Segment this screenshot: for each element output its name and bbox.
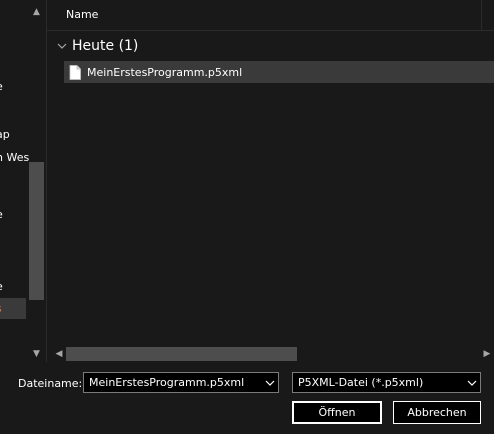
nav-scroll-thumb[interactable]	[29, 162, 44, 300]
horizontal-scroll-thumb[interactable]	[66, 347, 297, 361]
filename-combobox[interactable]: MeinErstesProgramm.p5xml	[83, 372, 279, 393]
nav-item[interactable]: e	[0, 208, 3, 222]
scroll-up-arrow-icon[interactable]: ▲	[29, 4, 44, 20]
open-button[interactable]: Öffnen	[292, 401, 382, 424]
chevron-down-icon[interactable]	[56, 40, 68, 52]
nav-item[interactable]: ap	[0, 128, 10, 142]
filename-label: Dateiname:	[18, 377, 83, 390]
group-label: Heute (1)	[72, 38, 139, 54]
column-header: Name	[47, 0, 494, 31]
column-header-name[interactable]: Name	[66, 8, 98, 21]
navigation-pane: e ap n Wes e e s ▲ ▼	[0, 0, 47, 362]
scroll-left-arrow-icon[interactable]: ◀	[51, 346, 67, 362]
filetype-select[interactable]: P5XML-Datei (*.p5xml)	[292, 372, 481, 393]
file-name: MeinErstesProgramm.p5xml	[87, 65, 243, 79]
chevron-down-icon[interactable]	[264, 377, 276, 389]
dialog-footer: Dateiname: MeinErstesProgramm.p5xml P5XM…	[0, 362, 494, 434]
nav-item[interactable]: e	[0, 80, 3, 94]
group-header-today[interactable]: Heute (1)	[56, 36, 138, 56]
chevron-down-icon[interactable]	[466, 377, 478, 389]
file-dialog: e ap n Wes e e s ▲ ▼ Name Heute (1)	[0, 0, 494, 434]
nav-item[interactable]: e	[0, 280, 3, 294]
horizontal-scrollbar[interactable]: ◀ ▶	[47, 346, 494, 362]
file-list-pane: Name Heute (1) MeinErstesProgramm.p5xml	[47, 0, 494, 346]
filename-input[interactable]: MeinErstesProgramm.p5xml	[89, 376, 244, 389]
file-icon	[69, 64, 81, 80]
file-list-item[interactable]: MeinErstesProgramm.p5xml	[64, 61, 494, 83]
nav-vertical-scrollbar[interactable]: ▲ ▼	[29, 0, 44, 362]
cancel-button[interactable]: Abbrechen	[393, 401, 481, 424]
scroll-down-arrow-icon[interactable]: ▼	[29, 346, 44, 362]
scroll-right-arrow-icon[interactable]: ▶	[479, 346, 494, 362]
nav-item-selected[interactable]: s	[0, 302, 2, 316]
nav-item[interactable]: n Wes	[0, 151, 29, 165]
nav-item-selected-background	[0, 298, 26, 319]
column-separator[interactable]	[481, 0, 482, 30]
filetype-value: P5XML-Datei (*.p5xml)	[298, 376, 424, 389]
